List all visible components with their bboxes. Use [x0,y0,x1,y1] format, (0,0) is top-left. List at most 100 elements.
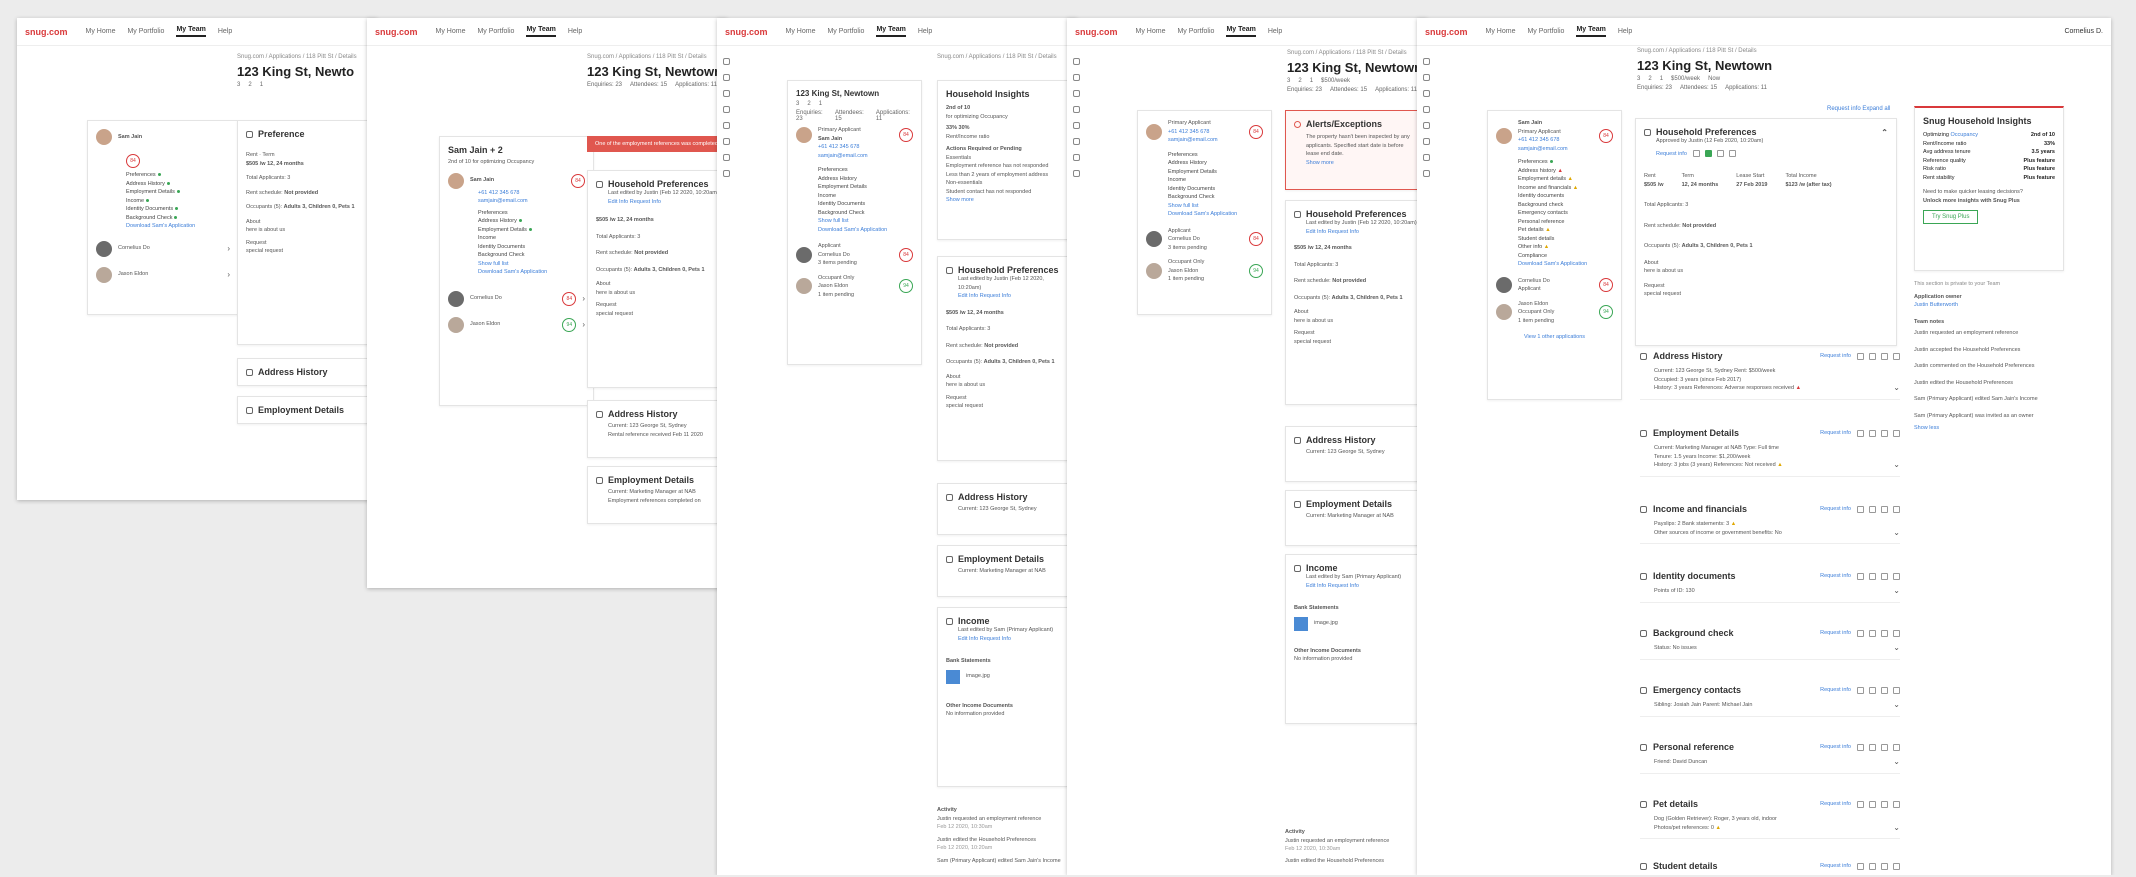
list-item[interactable]: Student details [1518,235,1613,244]
brand[interactable]: snug.com [375,27,418,37]
identity-documents-section[interactable]: Identity documents Request info Points of… [1640,565,1900,603]
list-item[interactable]: Address History [126,180,230,189]
nav-help[interactable]: Help [918,28,932,35]
checklist-0[interactable]: Preferences [818,166,913,175]
nav-help[interactable]: Help [218,28,232,35]
applicant-show-full[interactable]: Show full list [478,260,585,269]
checklist-5[interactable]: Background Check [1168,193,1263,202]
row[interactable]: Occupant Only Jason Eldon 1 item pending 94 [1146,258,1263,284]
user-menu[interactable]: Cornelius D. [2064,28,2103,35]
list-item[interactable]: Preferences [126,171,230,180]
preferences-request[interactable]: Request Info [1328,229,1359,235]
side-nav[interactable] [1073,58,1080,177]
list-item[interactable]: Income and financials ▲ [1518,184,1613,193]
alerts-more[interactable]: Show more [1306,159,1418,168]
row[interactable]: Cornelius Do Applicant 84 [1496,277,1613,294]
brand[interactable]: snug.com [725,27,768,37]
preferences-request[interactable]: Request Info [980,636,1011,642]
list-item[interactable]: Compliance [1518,252,1613,261]
add-icon[interactable] [1716,150,1724,158]
nav-help[interactable]: Help [568,28,582,35]
pet-details-section[interactable]: Pet details Request info Dog (Golden Retr… [1640,793,1900,839]
request-info[interactable]: Request info [1820,743,1851,752]
download-application-link[interactable]: Download Sam's Application [126,222,230,231]
other-applicant[interactable]: Cornelius Do › [96,240,230,257]
file-thumbnail[interactable] [1294,616,1308,631]
preferences-edit[interactable]: Edit Info [608,199,628,205]
nav-portfolio[interactable]: My Portfolio [477,28,514,35]
preferences-request[interactable]: Request Info [1328,583,1359,589]
request-info[interactable]: Request info [1820,862,1851,871]
owner-select[interactable]: Justin Butterworth [1914,301,2064,310]
list-item[interactable]: Emergency contacts [1518,209,1613,218]
request-info[interactable]: Request info [1820,686,1851,695]
list-item[interactable]: Background Check [126,214,230,223]
nav-team[interactable]: My Team [526,26,556,37]
other-applicant[interactable]: Cornelius Do 84 › [448,290,585,307]
row[interactable]: Jason Eldon Occupant Only 1 item pending 94 [1496,300,1613,326]
employment-details-section[interactable]: Employment Details Request info Current: … [1640,422,1900,477]
nav-portfolio[interactable]: My Portfolio [1527,28,1564,35]
row[interactable]: Occupant Only Jason Eldon 1 item pending 94 [796,274,913,300]
request-info[interactable]: Request info [1820,800,1851,809]
brand[interactable]: snug.com [1075,27,1118,37]
brand-logo[interactable]: snug.com [25,27,68,37]
expand-all[interactable]: Expand all [1862,106,1890,112]
nav-home[interactable]: My Home [86,28,116,35]
preferences-edit[interactable]: Edit Info [958,293,978,299]
request-info[interactable]: Request info [1820,572,1851,581]
list-item[interactable]: Identity Documents [478,243,585,252]
avatar[interactable] [96,129,112,145]
list-item[interactable]: Income [478,234,585,243]
request-info[interactable]: Request info [1820,352,1851,361]
checklist-4[interactable]: Identity Documents [1168,185,1263,194]
list-item[interactable]: Preferences [1518,158,1613,167]
side-nav[interactable] [1423,58,1430,177]
employment-details-card[interactable]: Employment Details [237,396,377,424]
list-item[interactable]: Identity documents [1518,192,1613,201]
student-details-section[interactable]: Student details Request info [1640,855,1900,877]
breadcrumb[interactable]: Snug.com / Applications / 118 Pitt St / … [237,54,357,60]
insights-opt-value[interactable]: Occupancy [1951,132,1979,138]
list-item[interactable]: Income [126,197,230,206]
checklist-0[interactable]: Preferences [1168,151,1263,160]
checklist-2[interactable]: Employment Details [818,183,913,192]
checklist-2[interactable]: Employment Details [1168,168,1263,177]
list-item[interactable]: Preferences [478,209,585,218]
try-snug-plus-button[interactable]: Try Snug Plus [1923,210,1979,224]
list-item[interactable]: Other info ▲ [1518,243,1613,252]
applicant-show-full[interactable]: Show full list [818,217,913,226]
list-item[interactable]: Background Check [478,251,585,260]
emergency-contacts-section[interactable]: Emergency contacts Request info Sibling: … [1640,679,1900,717]
breadcrumb[interactable]: Snug.com / Applications / 118 Pitt St / … [1637,48,1772,54]
request-info[interactable]: Request info [1820,429,1851,438]
address-history-section[interactable]: Address History Request info Current: 123… [1640,345,1900,400]
nav-team[interactable]: My Team [876,26,906,37]
nav-team[interactable]: My Team [176,26,206,37]
address-history-card[interactable]: Address History [237,358,377,386]
breadcrumb[interactable]: Snug.com / Applications / 118 Pitt St / … [937,54,1057,60]
checklist-3[interactable]: Income [1168,176,1263,185]
personal-reference-section[interactable]: Personal reference Request info Friend: D… [1640,736,1900,774]
preferences-edit[interactable]: Edit Info [1306,583,1326,589]
checklist-1[interactable]: Address History [1168,159,1263,168]
checklist-5[interactable]: Background Check [818,209,913,218]
applicant-download[interactable]: Download Sam's Application [1168,210,1263,219]
list-item[interactable]: Identity Documents [126,205,230,214]
nav-help[interactable]: Help [1618,28,1632,35]
other-applicant[interactable]: Jason Eldon › [96,266,230,283]
checklist-3[interactable]: Income [818,192,913,201]
edit-icon[interactable] [1692,150,1700,158]
request-info[interactable]: Request info [1827,106,1861,112]
checklist-4[interactable]: Identity Documents [818,200,913,209]
list-item[interactable]: Employment Details [478,226,585,235]
list-item[interactable]: Address History [478,217,585,226]
request-info[interactable]: Request info [1820,505,1851,514]
list-item[interactable]: Address history ▲ [1518,167,1613,176]
nav-home[interactable]: My Home [1136,28,1166,35]
chevron-up-icon[interactable]: ⌃ [1881,128,1888,137]
applicant-view-other[interactable]: View 1 other applications [1496,333,1613,342]
nav-home[interactable]: My Home [1486,28,1516,35]
applicant-name[interactable]: Sam Jain [118,133,142,142]
file-thumbnail[interactable] [946,669,960,684]
